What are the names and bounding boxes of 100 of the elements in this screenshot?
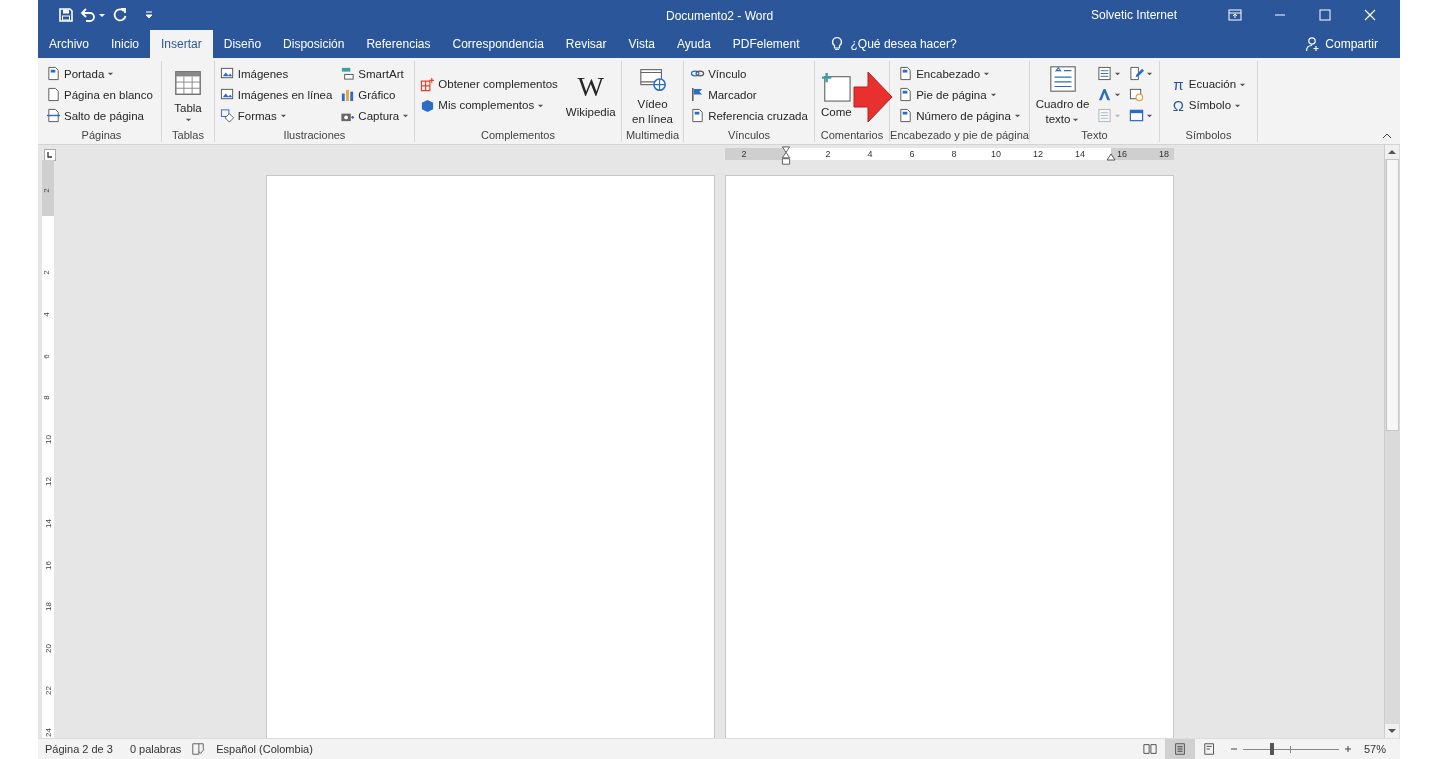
caret-icon[interactable] <box>98 11 106 19</box>
caret-icon[interactable] <box>1146 70 1154 77</box>
scroll-up-icon[interactable] <box>1385 145 1399 159</box>
button-label: Imágenes <box>237 67 289 80</box>
customize-menu-icon[interactable] <box>144 10 154 20</box>
ribbon-tab[interactable]: Disposición <box>272 30 356 58</box>
ribbon-button[interactable]: Imágenes en línea <box>219 84 333 105</box>
page-count[interactable]: Página 2 de 3 <box>45 743 113 755</box>
shapes-icon <box>219 108 235 123</box>
caret-icon[interactable] <box>402 112 410 119</box>
ribbon-button[interactable]: Imágenes <box>219 63 333 84</box>
ribbon-button[interactable]: Mis complementos <box>420 94 558 116</box>
ribbon-tab[interactable]: Correspondencia <box>441 30 555 58</box>
group-label: Complementos <box>480 128 556 142</box>
caret-icon[interactable] <box>279 112 287 119</box>
document-icon <box>898 66 914 81</box>
ribbon-tab[interactable]: Inicio <box>100 30 151 58</box>
ruler-number: 4 <box>41 312 51 317</box>
ribbon-button[interactable]: Vídeo en línea <box>632 62 673 127</box>
zoom-level[interactable]: 57% <box>1363 743 1386 755</box>
tell-me-field[interactable]: ¿Qué desea hacer? <box>850 30 957 58</box>
indent-marker-icon[interactable] <box>781 146 791 166</box>
ribbon-button[interactable]: Cuadro de texto <box>1035 62 1090 127</box>
caret-icon[interactable] <box>983 70 991 77</box>
ribbon-button[interactable]: W Wikipedia <box>565 69 616 120</box>
ribbon-button[interactable]: SmartArt <box>340 63 410 84</box>
ribbon-button[interactable]: π Ecuación <box>1170 73 1247 95</box>
tab-stop-selector-icon[interactable] <box>44 149 56 161</box>
ribbon-button[interactable]: Formas <box>219 105 333 126</box>
button-label: Mis complementos <box>438 99 535 111</box>
button-label: Imágenes en línea <box>237 88 333 101</box>
ribbon-button[interactable]: Pie de página <box>898 84 1021 105</box>
proofing-icon[interactable] <box>191 742 206 756</box>
ruler-number: 2 <box>741 149 747 159</box>
button-label: Tabla <box>174 101 202 116</box>
button-label: Página en blanco <box>64 88 153 101</box>
group-label: Símbolos <box>1184 128 1233 142</box>
button-label: Cuadro de <box>1035 97 1090 112</box>
share-button[interactable]: Compartir <box>1325 30 1378 58</box>
zoom-thumb[interactable] <box>1269 743 1274 755</box>
ribbon-button[interactable]: Gráfico <box>340 84 410 105</box>
scrollbar[interactable] <box>1384 145 1400 738</box>
caret-icon[interactable] <box>1146 112 1154 119</box>
button-label: Encabezado <box>916 67 981 80</box>
ribbon-button[interactable]: Vínculo <box>690 63 808 84</box>
ribbon-tab[interactable]: Revisar <box>554 30 618 58</box>
ribbon-button[interactable]: Portada <box>46 63 153 84</box>
button-label: Gráfico <box>358 88 396 101</box>
language-label[interactable]: Español (Colombia) <box>216 743 313 755</box>
blank-page-icon <box>46 87 61 102</box>
caret-icon[interactable] <box>1114 91 1122 98</box>
picture-icon <box>219 87 235 102</box>
user-name[interactable]: Solvetic Internet <box>1090 8 1177 22</box>
save-icon[interactable] <box>58 7 74 23</box>
person-icon[interactable] <box>1305 36 1322 52</box>
ribbon-button[interactable]: Come <box>821 69 852 120</box>
ribbon-button[interactable]: Página en blanco <box>46 84 153 105</box>
ribbon-tab[interactable]: Vista <box>617 30 666 58</box>
view-button[interactable] <box>1164 739 1195 759</box>
ruler-number: 12 <box>43 477 53 486</box>
maximize-icon[interactable] <box>1317 7 1333 23</box>
ribbon-button[interactable]: Referencia cruzada <box>690 105 808 126</box>
button-label: Wikipedia <box>565 105 616 120</box>
ribbon-button[interactable]: Tabla <box>173 66 203 123</box>
ribbon-tab[interactable]: PDFelement <box>721 30 811 58</box>
scroll-down-icon[interactable] <box>1385 724 1399 738</box>
button-label: en línea <box>632 112 673 127</box>
caret-icon[interactable] <box>184 116 192 123</box>
collapse-ribbon-icon[interactable] <box>1382 131 1392 141</box>
group-label: Comentarios <box>819 128 885 142</box>
caret-icon[interactable] <box>107 70 115 77</box>
ribbon-button[interactable]: Encabezado <box>898 63 1021 84</box>
zoom-in-icon[interactable] <box>1342 744 1353 754</box>
caret-icon[interactable] <box>1114 70 1122 77</box>
caret-icon[interactable] <box>989 91 997 98</box>
ribbon-button[interactable]: Marcador <box>690 84 808 105</box>
ribbon-button[interactable]: Obtener complementos <box>420 73 558 95</box>
word-count[interactable]: 0 palabras <box>129 743 182 755</box>
swoosh-icon <box>1097 87 1113 102</box>
ribbon-button[interactable]: Salto de página <box>46 105 153 126</box>
book-icon <box>1142 742 1157 756</box>
close-icon[interactable] <box>1362 7 1378 23</box>
indent-marker-icon[interactable] <box>1106 153 1116 161</box>
ruler-number: 14 <box>1075 149 1085 159</box>
ribbon-tab[interactable]: Insertar <box>150 30 213 58</box>
ribbon-tab[interactable]: Archivo <box>38 30 100 58</box>
ribbon-tab[interactable]: Diseño <box>212 30 273 58</box>
ribbon-tab[interactable]: Ayuda <box>666 30 722 58</box>
ribbon-button[interactable]: Ω Símbolo <box>1170 94 1247 116</box>
redo-icon[interactable] <box>112 7 128 23</box>
button-label: Ecuación <box>1188 78 1237 90</box>
ribbon-button[interactable]: Número de página <box>898 105 1021 126</box>
ribbon-display-icon[interactable] <box>1227 7 1243 23</box>
button-label: Salto de página <box>64 109 144 122</box>
ribbon-button[interactable]: Captura <box>340 105 410 126</box>
group-label: Tablas <box>171 128 205 142</box>
caret-icon[interactable] <box>1013 112 1021 119</box>
caret-icon[interactable] <box>1072 116 1080 123</box>
ribbon-tab[interactable]: Referencias <box>355 30 442 58</box>
undo-icon[interactable] <box>80 7 96 23</box>
